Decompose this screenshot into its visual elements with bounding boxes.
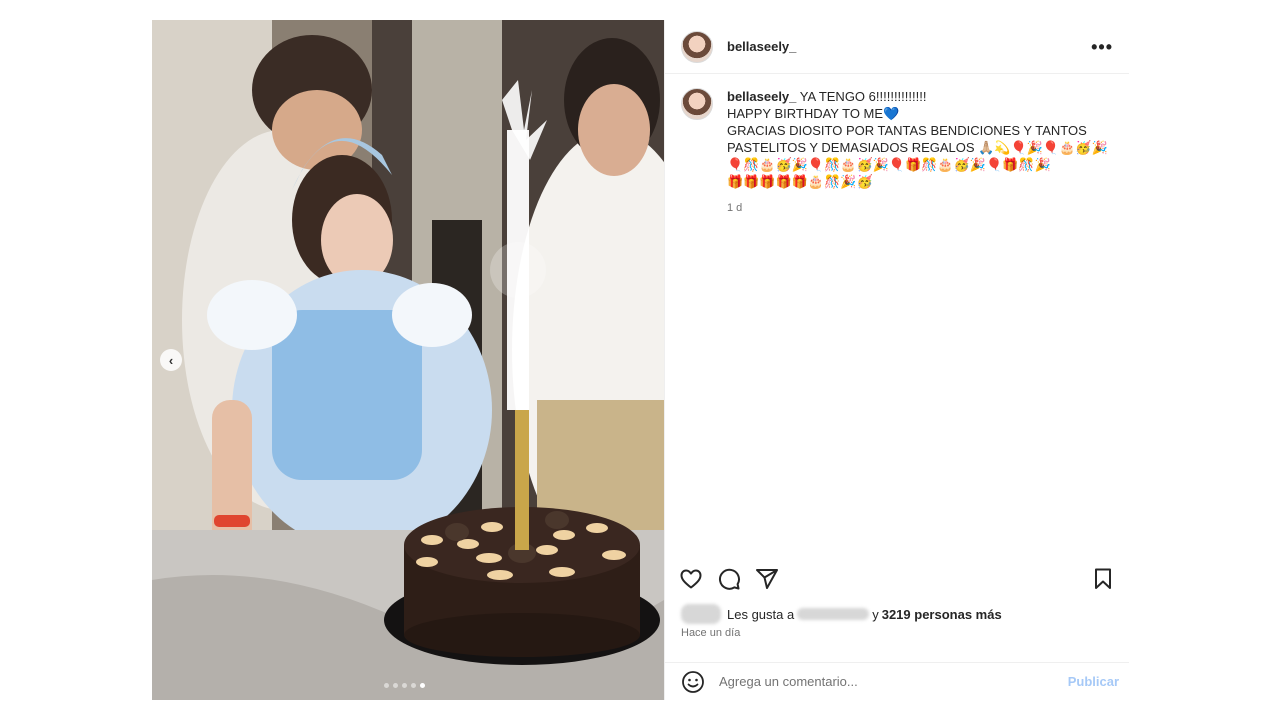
carousel-dot: [411, 683, 416, 688]
instagram-post: ‹ bellaseely_ ••• bellaseely_ YA TENGO 6…: [152, 20, 1129, 700]
post-header: bellaseely_ •••: [665, 20, 1129, 74]
comment-input[interactable]: [719, 674, 1039, 689]
publish-button[interactable]: Publicar: [1068, 674, 1119, 689]
bookmark-icon[interactable]: [1091, 567, 1115, 591]
caption: bellaseely_ YA TENGO 6!!!!!!!!!!!!!! HAP…: [665, 74, 1129, 217]
likes-summary: Les gusta a y 3219 personas más: [681, 604, 1002, 624]
likes-prefix: Les gusta a: [727, 606, 795, 622]
carousel-dot: [393, 683, 398, 688]
previous-slide-button[interactable]: ‹: [160, 349, 182, 371]
comment-bar: Publicar: [665, 662, 1129, 700]
more-options-icon[interactable]: •••: [1091, 38, 1113, 56]
caption-avatar[interactable]: [681, 88, 713, 120]
caption-line: PASTELITOS Y DEMASIADOS REGALOS 🙏🏼💫🎈🎉🎈🎂🥳…: [727, 140, 1108, 155]
avatar[interactable]: [681, 30, 713, 63]
caption-username[interactable]: bellaseely_: [727, 89, 796, 104]
carousel-dot-active: [420, 683, 425, 688]
caption-line: 🎁🎁🎁🎁🎁🎂🎊🎉🥳: [727, 174, 873, 189]
post-side-panel: bellaseely_ ••• bellaseely_ YA TENGO 6!!…: [664, 20, 1129, 700]
carousel-dot: [402, 683, 407, 688]
carousel-indicator: [384, 683, 425, 688]
birthday-photo: [152, 20, 664, 700]
liker-username-blurred[interactable]: [797, 608, 870, 620]
action-bar: [665, 565, 1129, 593]
caption-line: 🎈🎊🎂🥳🎉🎈🎊🎂🥳🎉🎈🎁🎊🎂🥳🎉🎈🎁🎊🎉: [727, 157, 1051, 172]
posted-ago[interactable]: Hace un día: [681, 627, 740, 639]
share-paper-plane-icon[interactable]: [755, 567, 779, 591]
caption-line: GRACIAS DIOSITO POR TANTAS BENDICIONES Y…: [727, 123, 1087, 138]
caption-timestamp[interactable]: 1 d: [727, 200, 1108, 217]
carousel-dot: [384, 683, 389, 688]
caption-line: HAPPY BIRTHDAY TO ME💙: [727, 106, 900, 121]
caption-line: YA TENGO 6!!!!!!!!!!!!!!: [799, 89, 927, 104]
liker-avatars[interactable]: [681, 604, 721, 624]
comment-bubble-icon[interactable]: [717, 567, 741, 591]
emoji-smiley-icon[interactable]: [681, 670, 705, 694]
post-media[interactable]: ‹: [152, 20, 664, 700]
caption-body: bellaseely_ YA TENGO 6!!!!!!!!!!!!!! HAP…: [727, 88, 1108, 217]
likes-conjunction: y: [872, 606, 879, 622]
like-heart-icon[interactable]: [679, 567, 703, 591]
header-username[interactable]: bellaseely_: [727, 39, 796, 54]
likes-count[interactable]: 3219 personas más: [882, 607, 1002, 622]
chevron-left-icon: ‹: [168, 352, 174, 368]
